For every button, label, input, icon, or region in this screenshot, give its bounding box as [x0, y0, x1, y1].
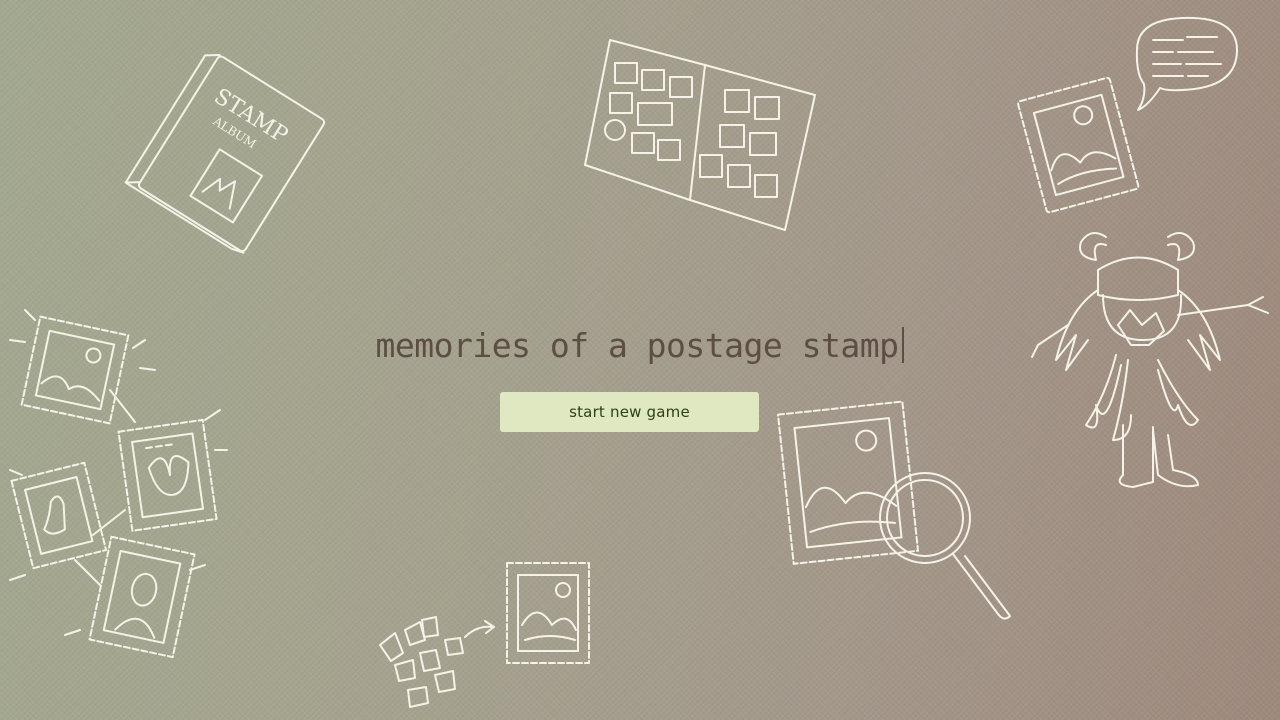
stamp-speech-bubble-icon — [1017, 16, 1238, 214]
start-new-game-label: start new game — [569, 403, 690, 421]
torn-stamp-icon — [379, 562, 590, 708]
stamp-album-icon: STAMP ALBUM — [124, 53, 326, 254]
open-album-icon — [584, 39, 816, 231]
game-title-text: memories of a postage stamp — [375, 326, 899, 365]
start-new-game-button[interactable]: start new game — [500, 392, 759, 432]
magnifier-stamp-icon — [777, 400, 1011, 620]
text-cursor — [902, 327, 905, 363]
game-title: memories of a postage stamp — [0, 326, 1280, 365]
